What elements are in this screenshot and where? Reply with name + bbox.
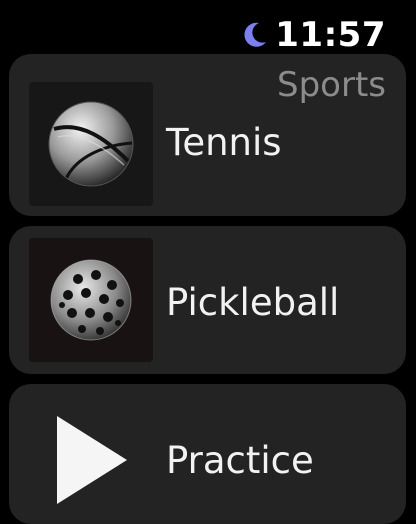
thumbnail xyxy=(29,398,153,522)
thumbnail xyxy=(29,238,153,362)
sport-label: Practice xyxy=(166,439,314,482)
clock-time: 11:57 xyxy=(275,15,386,55)
tennis-ball-icon xyxy=(48,101,134,187)
moon-icon xyxy=(244,22,267,47)
page-title: Sports xyxy=(277,65,386,105)
list-item-pickleball[interactable]: Pickleball xyxy=(9,226,406,374)
list-item-practice[interactable]: Practice xyxy=(9,384,406,524)
status-bar: 11:57 xyxy=(239,18,386,52)
sport-label: Tennis xyxy=(166,121,282,164)
sport-label: Pickleball xyxy=(166,281,340,324)
play-icon xyxy=(57,416,127,504)
thumbnail xyxy=(29,82,153,206)
pickleball-icon xyxy=(50,259,132,341)
